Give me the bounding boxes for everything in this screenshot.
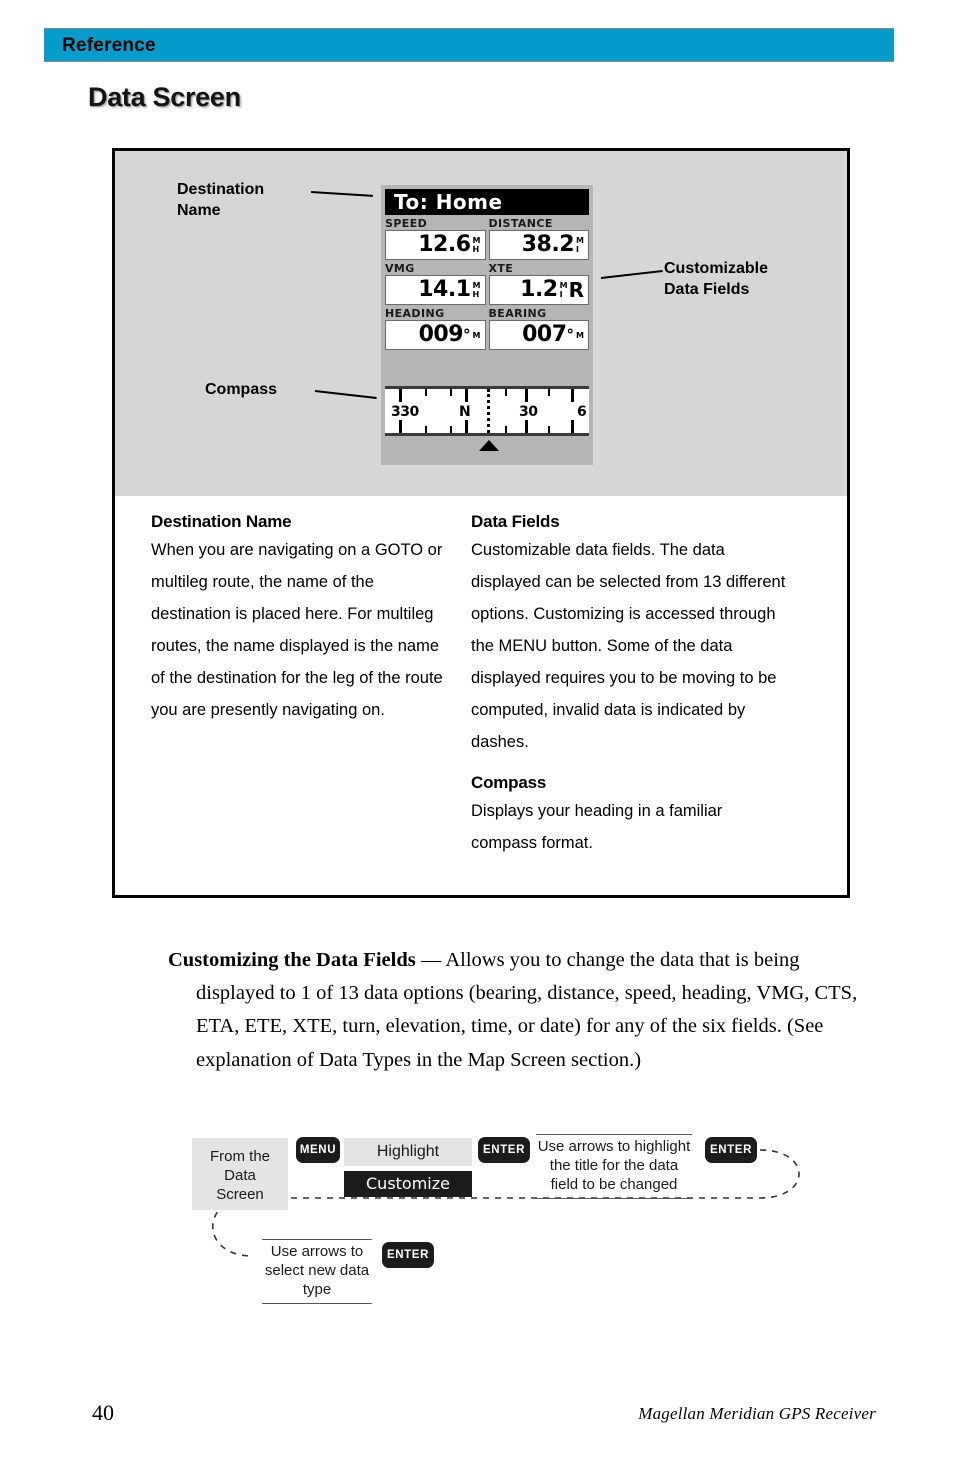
gps-field-heading: HEADING 009 ° M [385,307,486,350]
gps-field-heading-unit: M [472,330,481,340]
gps-field-speed-unit: MH [472,236,481,254]
explanation-column-left: Destination Name When you are navigating… [151,511,447,740]
explanation-heading-compass: Compass [471,773,547,793]
flow-from-line1: From the [209,1148,270,1165]
menu-key-button[interactable]: MENU [296,1137,340,1163]
flow-highlight-label: Highlight [344,1138,472,1166]
gps-field-vmg-value: 14.1 [418,277,471,302]
enter-key-button-1[interactable]: ENTER [478,1137,530,1163]
compass-label-60: 6 [577,404,587,420]
gps-field-heading-value-box: 009 ° M [385,320,486,350]
gps-field-bearing-label: BEARING [488,307,547,320]
gps-compass-strip: 330 N 30 6 [385,386,589,436]
gps-field-heading-value: 009 [418,322,464,347]
gps-field-xte-value: 1.2 [520,277,558,302]
gps-field-heading-label: HEADING [385,307,445,320]
page-number: 40 [92,1400,114,1425]
gps-field-vmg-unit: MH [472,281,481,299]
compass-center-indicator [487,389,490,433]
explanation-heading-data-fields: Data Fields [471,512,560,531]
gps-field-distance-value: 38.2 [521,232,575,257]
explanation-column-right: Data Fields Customizable data fields. Th… [471,511,791,873]
gps-field-xte-value-box: 1.2 MI R [488,275,589,305]
gps-field-xte-suffix: R [568,278,584,302]
flow-step-from-data-screen: From the Data Screen [192,1138,288,1210]
gps-data-field-grid: SPEED 12.6 MH DISTANCE 38.2 MI VMG 14.1 … [385,217,589,350]
gps-field-bearing-value: 007 [522,322,567,347]
callout-data-fields-line1: Customizable [664,260,769,277]
gps-field-xte: XTE 1.2 MI R [488,262,589,305]
reference-header-bar: Reference [44,28,894,62]
gps-field-xte-label: XTE [488,262,514,275]
customizing-paragraph-dash: — [415,949,446,971]
gps-field-distance-value-box: 38.2 MI [488,230,589,260]
gps-field-bearing-degree: ° [566,326,575,344]
callout-compass: Compass [205,381,278,398]
gps-field-speed-label: SPEED [385,217,428,230]
flow-step-select-data-type: Use arrows to select new data type [262,1239,372,1304]
gps-field-vmg-value-box: 14.1 MH [385,275,486,305]
gps-field-bearing: BEARING 007 ° M [488,307,589,350]
footer-brand: Magellan Meridian GPS Receiver [638,1404,876,1423]
gps-field-bearing-value-box: 007 ° M [488,320,589,350]
callout-data-fields-line2: Data Fields [664,281,750,299]
gps-field-heading-degree: ° [463,326,471,344]
explanation-body-data-fields: Customizable data fields. The data displ… [471,541,786,752]
gps-field-bearing-unit: M [576,330,584,340]
gps-destination-title: To: Home [385,189,589,215]
gps-field-distance-label: DISTANCE [488,217,553,230]
page-title: Data Screen [88,82,241,112]
flow-from-line3: Screen [216,1186,264,1204]
callout-customizable-data-fields: Customizable Data Fields [664,258,768,301]
customize-flow-diagram: From the Data Screen MENU Highlight Cust… [0,1120,954,1330]
callout-destination-name-line1: Destination [177,181,265,198]
gps-field-vmg: VMG 14.1 MH [385,262,486,305]
gps-field-xte-unit: MI [559,281,568,299]
enter-key-button-2[interactable]: ENTER [705,1137,757,1163]
gps-field-speed-value-box: 12.6 MH [385,230,486,260]
callout-destination-name-line2: Name [177,202,221,220]
flow-dashed-connector [212,1149,800,1257]
callout-destination-name: Destination Name [177,179,264,222]
gps-field-distance: DISTANCE 38.2 MI [488,217,589,260]
gps-field-speed: SPEED 12.6 MH [385,217,486,260]
gps-field-vmg-label: VMG [385,262,415,275]
explanation-heading-destination-name: Destination Name [151,512,292,531]
illustration-box: Destination Name Compass Customizable Da… [112,148,850,898]
compass-heading-pointer-icon [479,440,499,451]
compass-label-n: N [459,404,471,420]
enter-key-button-3[interactable]: ENTER [382,1242,434,1268]
gps-field-distance-unit: MI [576,236,584,254]
flow-step-highlight-title: Use arrows to highlight the title for th… [536,1134,692,1199]
explanation-body-compass: Displays your heading in a familiar comp… [471,802,723,853]
compass-label-330: 330 [391,404,419,420]
customizing-paragraph-lead: Customizing the Data Fields [168,949,416,971]
gps-field-speed-value: 12.6 [418,232,471,257]
explanation-body-destination-name: When you are navigating on a GOTO or mul… [151,541,443,720]
flow-customize-menu-item[interactable]: Customize [344,1171,472,1197]
customizing-paragraph: Customizing the Data Fields — Allows you… [168,944,858,1077]
flow-from-line2: Data [224,1167,256,1185]
gps-device-screen: To: Home SPEED 12.6 MH DISTANCE 38.2 MI [381,185,593,465]
compass-label-30: 30 [519,404,538,420]
reference-label: Reference [62,35,156,56]
